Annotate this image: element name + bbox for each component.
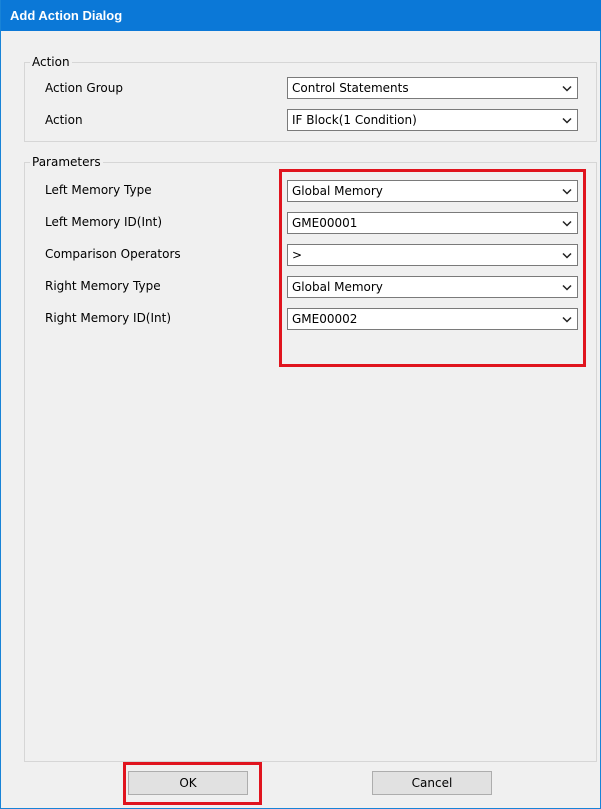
action-group-select[interactable]: Control Statements [287,77,578,99]
parameters-groupbox-legend: Parameters [30,155,103,170]
add-action-dialog: Add Action Dialog Action Action Group Co… [0,0,601,809]
ok-button-highlight-box [123,762,262,805]
action-select-value: IF Block(1 Condition) [292,112,417,127]
left-memory-type-label: Left Memory Type [45,183,152,197]
action-group-select-value: Control Statements [292,80,409,95]
right-memory-type-label: Right Memory Type [45,279,161,293]
chevron-down-icon[interactable] [557,78,577,98]
action-select[interactable]: IF Block(1 Condition) [287,109,578,131]
action-label: Action [45,113,83,127]
action-group-label: Action Group [45,81,123,95]
comparison-operators-label: Comparison Operators [45,247,181,261]
action-groupbox-legend: Action [30,55,72,70]
title-bar[interactable]: Add Action Dialog [1,0,601,31]
chevron-down-icon[interactable] [557,110,577,130]
left-memory-id-label: Left Memory ID(Int) [45,215,162,229]
right-memory-id-label: Right Memory ID(Int) [45,311,172,325]
cancel-button[interactable]: Cancel [372,771,492,795]
parameters-highlight-box [279,169,586,367]
window-title: Add Action Dialog [10,8,123,23]
